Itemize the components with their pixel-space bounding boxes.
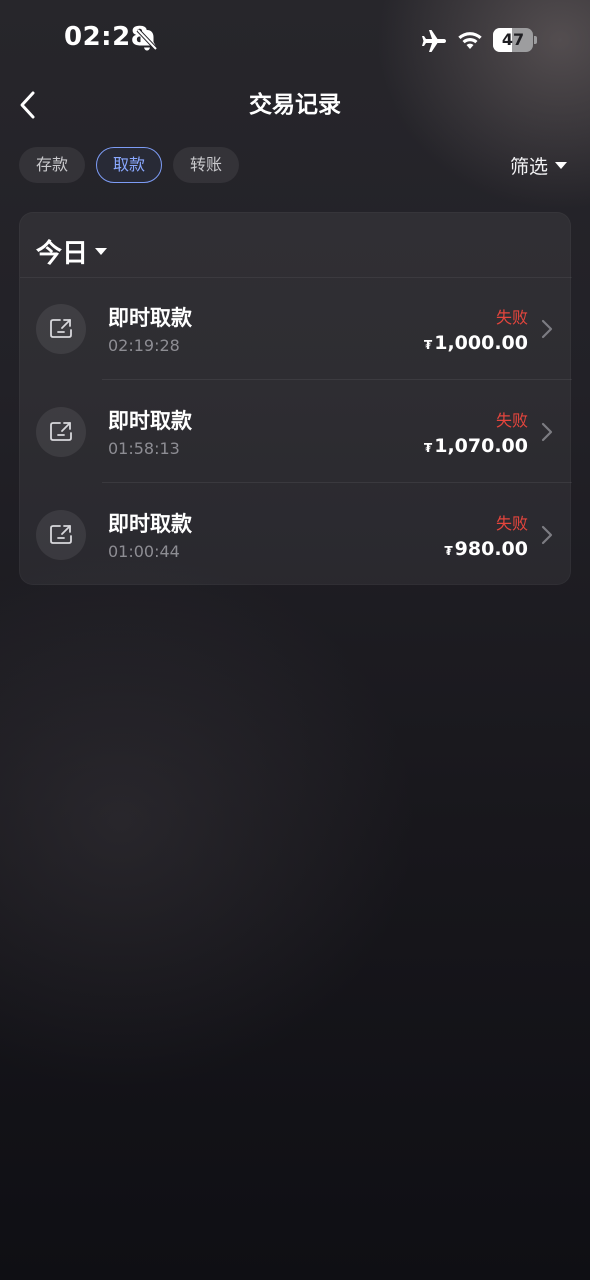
- date-group-selector[interactable]: 今日: [36, 233, 108, 269]
- transaction-title: 即时取款: [108, 512, 192, 536]
- currency-symbol: ₮: [423, 338, 433, 352]
- transaction-amount: ₮ 980.00: [444, 538, 528, 560]
- bell-slash-icon: [136, 28, 158, 51]
- amount-value: 980.00: [454, 538, 528, 560]
- transaction-row[interactable]: 即时取款 01:58:13 失败 ₮ 1,070.00: [20, 381, 572, 483]
- filter-label: 筛选: [509, 155, 548, 178]
- chevron-right-icon: [541, 525, 553, 545]
- currency-symbol: ₮: [444, 544, 453, 558]
- status-bar: 02:28 47: [0, 0, 590, 80]
- tab-withdraw[interactable]: 取款: [96, 147, 163, 183]
- airplane-icon: [422, 30, 446, 52]
- caret-down-icon: [555, 162, 567, 169]
- page-title: 交易记录: [249, 92, 341, 118]
- transaction-title: 即时取款: [108, 306, 192, 330]
- transaction-time: 02:19:28: [108, 336, 180, 355]
- amount-value: 1,000.00: [434, 332, 528, 354]
- amount-value: 1,070.00: [434, 435, 528, 457]
- transaction-row[interactable]: 即时取款 02:19:28 失败 ₮ 1,000.00: [20, 278, 572, 380]
- transaction-card: 今日 即时取款 02:19:28 失败 ₮ 1,000.00 即时取款 01:5…: [19, 212, 572, 586]
- transaction-type-tabs: 存款 取款 转账: [19, 147, 240, 183]
- transaction-status: 失败: [495, 308, 528, 327]
- transaction-status: 失败: [495, 514, 528, 533]
- withdraw-icon: [36, 510, 86, 560]
- currency-symbol: ₮: [423, 441, 433, 455]
- withdraw-icon: [36, 304, 86, 354]
- chevron-right-icon: [541, 422, 553, 442]
- battery-icon: 47: [493, 28, 537, 52]
- transaction-time: 01:00:44: [108, 542, 180, 561]
- withdraw-icon: [36, 407, 86, 457]
- battery-level: 47: [501, 30, 525, 49]
- filter-button[interactable]: 筛选: [510, 150, 568, 180]
- tab-transfer[interactable]: 转账: [173, 147, 240, 183]
- transaction-status: 失败: [495, 411, 528, 430]
- transaction-amount: ₮ 1,000.00: [424, 332, 528, 354]
- transaction-title: 即时取款: [108, 409, 192, 433]
- chevron-right-icon: [541, 319, 553, 339]
- date-group-label: 今日: [36, 238, 89, 269]
- tab-deposit[interactable]: 存款: [19, 147, 86, 183]
- wifi-icon: [458, 32, 482, 49]
- transaction-amount: ₮ 1,070.00: [424, 435, 528, 457]
- caret-down-icon: [95, 248, 108, 255]
- divider: [102, 482, 572, 483]
- transaction-time: 01:58:13: [108, 439, 180, 458]
- transaction-row[interactable]: 即时取款 01:00:44 失败 ₮ 980.00: [20, 484, 572, 586]
- divider: [102, 379, 572, 380]
